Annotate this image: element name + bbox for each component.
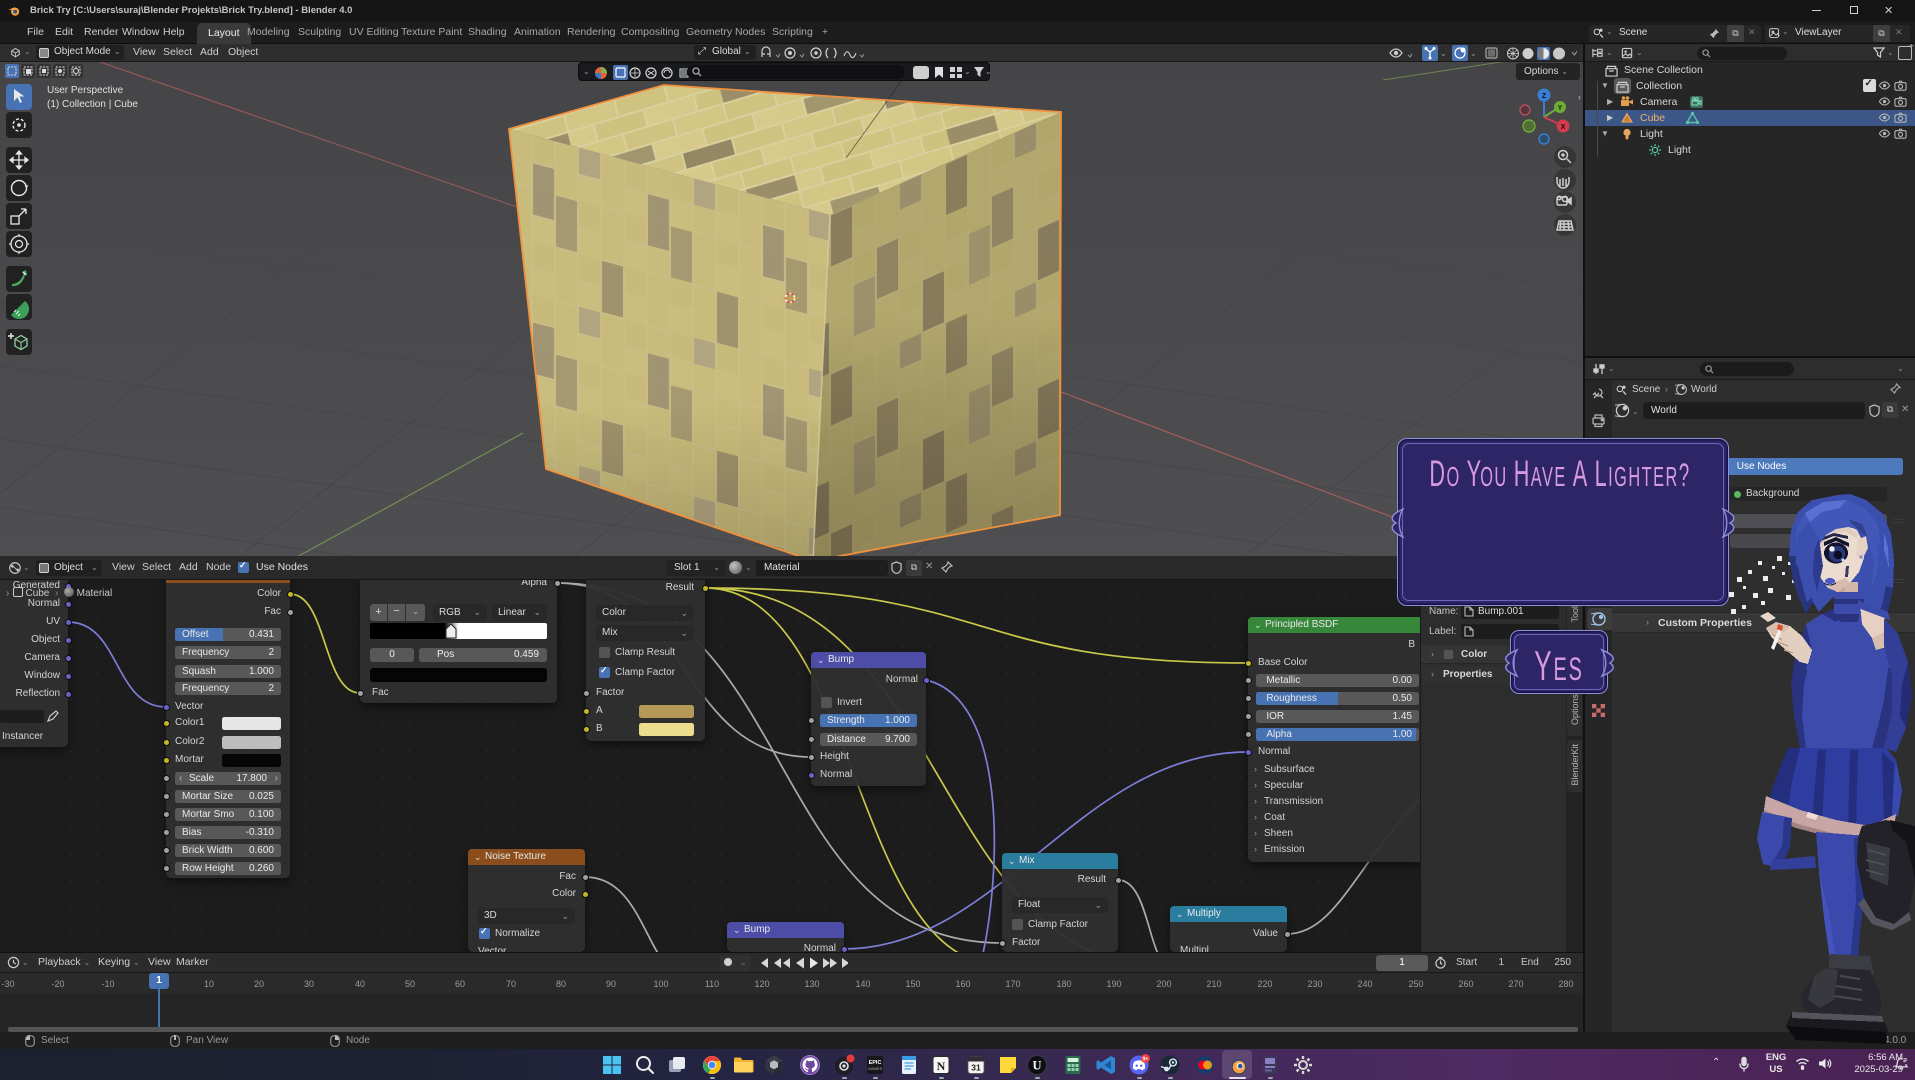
svg-text:YES: YES	[1534, 643, 1583, 690]
svg-text:N: N	[937, 1059, 946, 1073]
svg-text:Y: Y	[1558, 105, 1563, 112]
svg-text:U: U	[1032, 1059, 1041, 1073]
svg-text:(1) Collection | Cube: (1) Collection | Cube	[47, 99, 138, 110]
svg-text:9+: 9+	[1143, 1057, 1149, 1063]
svg-text:X: X	[1561, 124, 1566, 131]
svg-text:Z: Z	[1542, 93, 1547, 100]
svg-text:31: 31	[971, 1063, 981, 1073]
svg-text:GAMES: GAMES	[868, 1066, 883, 1071]
svg-text:‹: ‹	[1578, 92, 1581, 102]
svg-text:DO YOU HAVE A LIGHTER?: DO YOU HAVE A LIGHTER?	[1429, 454, 1690, 494]
svg-text:User Perspective: User Perspective	[47, 85, 124, 96]
